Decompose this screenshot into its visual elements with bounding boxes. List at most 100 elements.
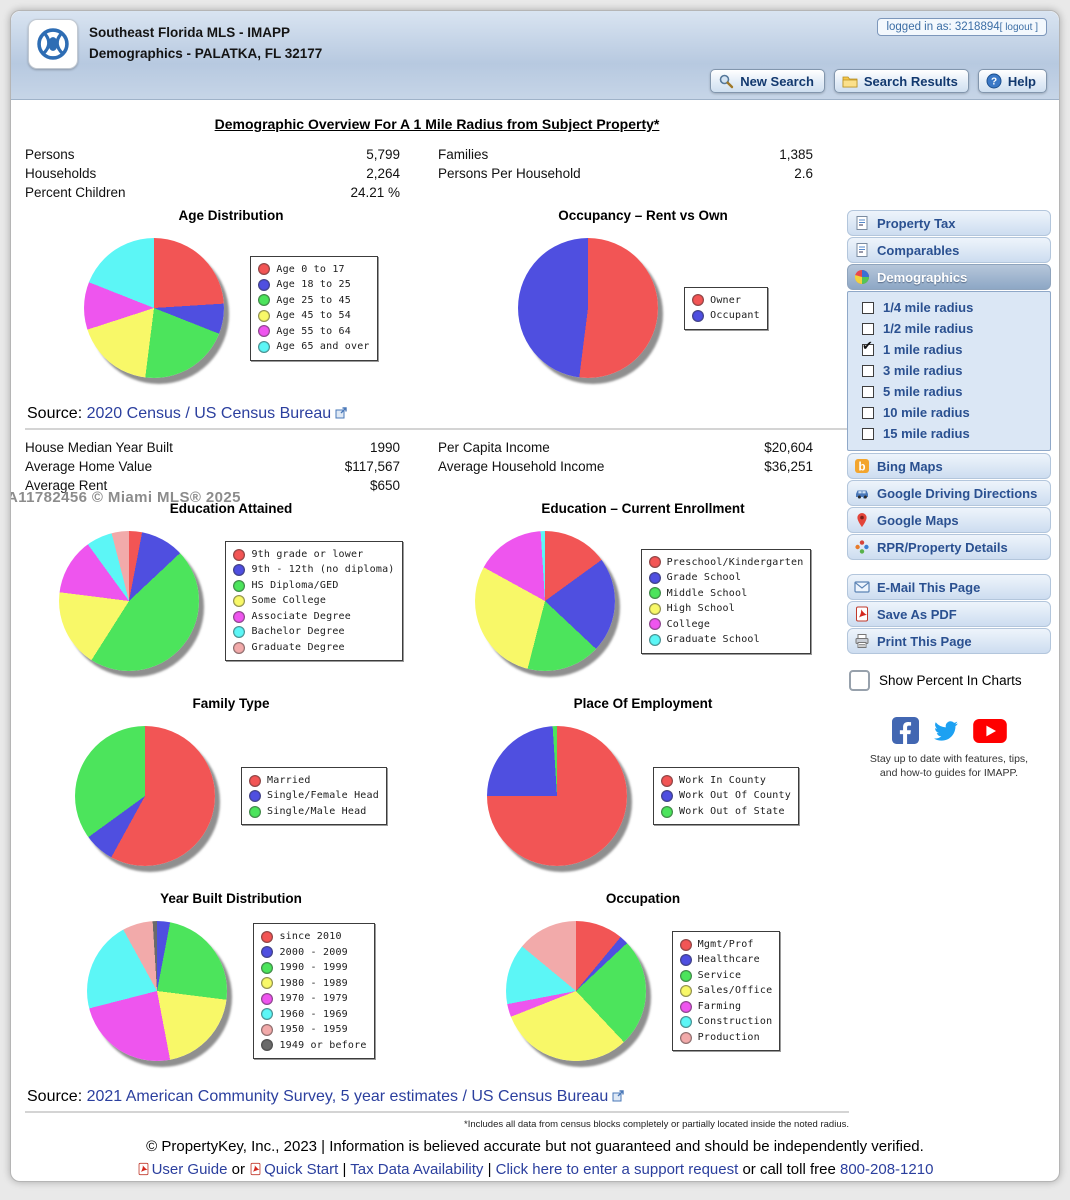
external-link-icon[interactable]: [335, 406, 347, 418]
chart-legend: Work In CountyWork Out Of CountyWork Out…: [653, 767, 799, 826]
footer-link[interactable]: Tax Data Availability: [350, 1161, 483, 1178]
legend-label: Work Out Of County: [679, 788, 791, 804]
radius-options: 1/4 mile radius1/2 mile radius1 mile rad…: [847, 291, 1051, 451]
sidebar-item-label: E-Mail This Page: [877, 580, 980, 595]
legend-swatch: [233, 595, 245, 607]
sidebar-item-label: Save As PDF: [877, 607, 957, 622]
email-this-page-button[interactable]: E-Mail This Page: [847, 574, 1051, 600]
legend-item: Some College: [233, 593, 394, 609]
radius-option-5[interactable]: 5 mile radius: [848, 381, 1050, 402]
legend-label: 9th - 12th (no diploma): [251, 562, 394, 578]
legend-label: Mgmt/Prof: [698, 937, 754, 953]
legend-item: Single/Male Head: [249, 804, 379, 820]
footer-link[interactable]: Click here to enter a support request: [496, 1161, 739, 1178]
radius-checkbox[interactable]: [862, 386, 874, 398]
radius-option-3[interactable]: 3 mile radius: [848, 360, 1050, 381]
radius-option-1-2[interactable]: 1/2 mile radius: [848, 318, 1050, 339]
logout-link[interactable]: [ logout ]: [1000, 22, 1038, 33]
magnifier-icon: [718, 73, 734, 89]
radius-option-1-4[interactable]: 1/4 mile radius: [848, 297, 1050, 318]
chart-title: Education – Current Enrollment: [437, 501, 849, 516]
footer-text: or: [227, 1161, 249, 1178]
legend-item: 1990 - 1999: [261, 960, 366, 976]
stat-row: House Median Year Built1990: [25, 438, 400, 457]
legend-swatch: [258, 341, 270, 353]
pie-chart: [506, 921, 646, 1061]
car-icon: [854, 485, 870, 501]
help-button[interactable]: ?Help: [978, 69, 1047, 93]
radius-checkbox[interactable]: [862, 407, 874, 419]
legend-item: Service: [680, 968, 773, 984]
radius-option-10[interactable]: 10 mile radius: [848, 402, 1050, 423]
stat-value: 5,799: [366, 145, 400, 164]
stat-row: [438, 476, 813, 495]
radius-checkbox[interactable]: [862, 365, 874, 377]
place-of-employment-chart: Place Of EmploymentWork In CountyWork Ou…: [437, 690, 849, 885]
stat-label: Percent Children: [25, 183, 126, 202]
radius-checkbox[interactable]: [862, 344, 874, 356]
footer-link[interactable]: 800-208-1210: [840, 1161, 933, 1178]
sidebar-item-label: Comparables: [877, 243, 959, 258]
radius-checkbox[interactable]: [862, 302, 874, 314]
button-label: New Search: [740, 74, 814, 89]
radius-option-15[interactable]: 15 mile radius: [848, 423, 1050, 444]
search-results-button[interactable]: Search Results: [834, 69, 969, 93]
show-percent-checkbox[interactable]: [849, 670, 870, 691]
chart-body: Work In CountyWork Out Of CountyWork Out…: [437, 711, 849, 885]
legend-item: Healthcare: [680, 952, 773, 968]
education-current-enrollment-chart: Education – Current Enrollment Preschool/…: [437, 495, 849, 690]
stat-value: 2,264: [366, 164, 400, 183]
sidebar-item-comparables[interactable]: Comparables: [847, 237, 1051, 263]
show-percent-row[interactable]: Show Percent In Charts: [849, 670, 1051, 691]
stat-row: Persons 5,799: [25, 145, 400, 164]
facebook-icon[interactable]: [892, 717, 919, 744]
chart-body: Age 0 to 17Age 18 to 25Age 25 to 45Age 4…: [25, 223, 437, 397]
external-link-icon[interactable]: [612, 1089, 624, 1101]
sidebar-item-demographics[interactable]: Demographics: [847, 264, 1051, 290]
sidebar-item-bing-maps[interactable]: b Bing Maps: [847, 453, 1051, 479]
footer-link[interactable]: User Guide: [152, 1161, 228, 1178]
pie-chart: [87, 921, 227, 1061]
new-search-button[interactable]: New Search: [710, 69, 825, 93]
divider: [25, 428, 849, 430]
sidebar-item-google-driving-directions[interactable]: Google Driving Directions: [847, 480, 1051, 506]
folder-icon: [842, 73, 858, 89]
stat-label: Persons: [25, 145, 75, 164]
legend-item: Work Out of State: [661, 804, 791, 820]
stat-row: Average Home Value$117,567: [25, 457, 400, 476]
sidebar-actions: E-Mail This Page Save As PDF Print This Pa…: [847, 574, 1051, 654]
acs-source-link[interactable]: 2021 American Community Survey, 5 year e…: [87, 1088, 609, 1105]
stat-label: Per Capita Income: [438, 438, 550, 457]
social-icons: [847, 717, 1051, 744]
document-icon: [854, 242, 870, 258]
youtube-icon[interactable]: [973, 719, 1007, 743]
sidebar-item-rpr-property-details[interactable]: RPR/Property Details: [847, 534, 1051, 560]
footer-text: or call toll free: [738, 1161, 840, 1178]
sidebar-item-label: RPR/Property Details: [877, 540, 1008, 555]
chart-body: Mgmt/ProfHealthcareServiceSales/OfficeFa…: [437, 906, 849, 1080]
legend-swatch: [249, 806, 261, 818]
footer-link[interactable]: Quick Start: [264, 1161, 338, 1178]
save-as-pdf-button[interactable]: Save As PDF: [847, 601, 1051, 627]
stat-row: [438, 183, 813, 202]
sidebar-item-property-tax[interactable]: Property Tax: [847, 210, 1051, 236]
legend-item: Age 55 to 64: [258, 324, 369, 340]
legend-item: 1980 - 1989: [261, 976, 366, 992]
radius-checkbox[interactable]: [862, 428, 874, 440]
legend-label: Preschool/Kindergarten: [667, 555, 804, 571]
legend-swatch: [692, 310, 704, 322]
census-source-link[interactable]: 2020 Census / US Census Bureau: [87, 405, 332, 422]
stat-row: Persons Per Household2.6: [438, 164, 813, 183]
legend-item: since 2010: [261, 929, 366, 945]
sidebar-item-label: Bing Maps: [877, 459, 943, 474]
chart-body: since 20102000 - 20091990 - 19991980 - 1…: [25, 906, 437, 1080]
radius-option-1[interactable]: 1 mile radius: [848, 339, 1050, 360]
bing-icon: b: [854, 458, 870, 474]
radius-checkbox[interactable]: [862, 323, 874, 335]
footer-text: |: [483, 1161, 495, 1178]
sidebar-item-google-maps[interactable]: Google Maps: [847, 507, 1051, 533]
print-this-page-button[interactable]: Print This Page: [847, 628, 1051, 654]
stat-row: Percent Children24.21 %: [25, 183, 400, 202]
twitter-icon[interactable]: [931, 718, 961, 744]
legend-swatch: [261, 931, 273, 943]
